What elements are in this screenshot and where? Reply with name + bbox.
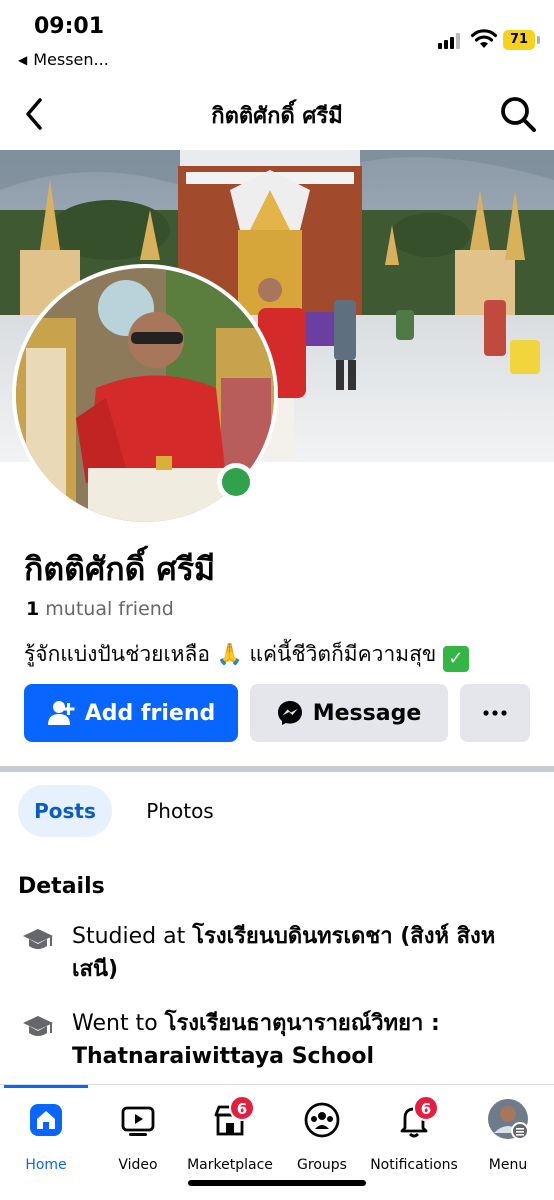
add-friend-icon <box>47 701 75 725</box>
tabbar-home[interactable]: Home <box>0 1095 92 1173</box>
nav-bar: กิตติศักดิ์ ศรีมี <box>0 78 554 148</box>
groups-icon <box>304 1102 340 1138</box>
search-icon[interactable] <box>496 92 540 136</box>
message-label: Message <box>312 700 422 726</box>
home-indicator <box>188 1180 366 1186</box>
nav-title: กิตติศักดิ์ ศรีมี <box>211 104 343 129</box>
add-friend-button[interactable]: Add friend <box>24 684 238 742</box>
tab-posts[interactable]: Posts <box>18 785 112 837</box>
back-triangle-icon: ◀ <box>18 52 28 67</box>
bio-text: รู้จักแบ่งปันช่วยเหลือ 🙏 แค่นี้ชีวิตก็มี… <box>24 642 437 666</box>
tabbar-menu[interactable]: Menu <box>462 1095 554 1173</box>
add-friend-label: Add friend <box>84 700 216 726</box>
battery-icon: 71 <box>503 30 541 50</box>
status-time: 09:01 <box>34 14 105 39</box>
details-heading: Details <box>18 874 105 899</box>
menu-avatar-icon <box>488 1099 529 1140</box>
section-divider <box>0 766 554 772</box>
mutual-count: 1 <box>26 598 40 620</box>
back-app-label: Messen... <box>33 50 109 69</box>
home-icon <box>30 1104 62 1136</box>
more-dots-icon <box>483 710 507 716</box>
wifi-icon <box>470 29 498 48</box>
detail-prefix: Went to <box>72 1011 158 1036</box>
status-bar: 09:01 ◀ Messen... 71 <box>0 0 554 78</box>
back-chevron-icon[interactable] <box>18 94 54 134</box>
active-tab-indicator <box>4 1085 88 1088</box>
video-icon <box>121 1106 155 1136</box>
tabbar-video[interactable]: Video <box>92 1095 184 1173</box>
back-to-app-link[interactable]: ◀ Messen... <box>18 50 109 69</box>
tabbar-label: Menu <box>488 1157 528 1173</box>
marketplace-badge: 6 <box>229 1095 255 1121</box>
battery-level: 71 <box>503 30 535 50</box>
profile-bio: รู้จักแบ่งปันช่วยเหลือ 🙏 แค่นี้ชีวิตก็มี… <box>24 638 469 672</box>
mutual-friends[interactable]: 1 mutual friend <box>26 598 174 620</box>
tabbar-groups[interactable]: Groups <box>276 1095 368 1173</box>
message-button[interactable]: Message <box>250 684 448 742</box>
check-mark-icon: ✓ <box>442 646 469 672</box>
education-cap-icon <box>23 929 53 949</box>
more-options-button[interactable] <box>460 684 530 742</box>
messenger-icon <box>277 701 302 725</box>
profile-name: กิตติศักดิ์ ศรีมี <box>24 550 216 588</box>
tabbar-marketplace[interactable]: 6 Marketplace <box>184 1095 276 1173</box>
mutual-label: mutual friend <box>45 598 174 620</box>
education-cap-icon <box>23 1016 53 1036</box>
cellular-signal-icon <box>438 33 464 49</box>
online-status-dot <box>217 463 255 501</box>
tabbar-notifications[interactable]: 6 Notifications <box>368 1095 460 1173</box>
notifications-badge: 6 <box>413 1095 439 1121</box>
detail-prefix: Studied at <box>72 924 186 949</box>
tab-photos[interactable]: Photos <box>128 785 232 837</box>
